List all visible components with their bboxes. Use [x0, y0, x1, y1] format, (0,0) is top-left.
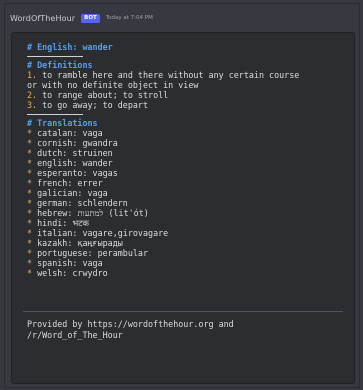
definitions-heading: # Definitions	[27, 60, 93, 70]
definition-number: 3.	[27, 100, 38, 110]
definition-item: 3. to go away; to depart	[27, 100, 148, 110]
footer-divider	[23, 311, 343, 312]
translation-item: * cornish: gwandra	[27, 138, 118, 148]
definition-number: 2.	[27, 90, 38, 100]
bullet: *	[27, 178, 33, 188]
divider	[27, 114, 83, 115]
translation-text: hebrew: למתעות (lit'ót)	[37, 208, 149, 218]
translation-item: * welsh: crwydro	[27, 268, 108, 278]
translation-text: catalan: vaga	[37, 128, 103, 138]
translation-text: hindi: भटक	[37, 218, 89, 228]
translation-item: * catalan: vaga	[27, 128, 103, 138]
translation-text: welsh: crwydro	[37, 268, 108, 278]
bullet: *	[27, 158, 33, 168]
translation-text: galician: vaga	[37, 188, 108, 198]
translation-text: kazakh: қаңғырады	[37, 238, 123, 248]
translation-item: * spanish: vaga	[27, 258, 103, 268]
translation-text: spanish: vaga	[37, 258, 103, 268]
translation-text: german: schlendern	[37, 198, 128, 208]
timestamp[interactable]: Today at 7:04 PM	[106, 15, 153, 21]
translation-item: * galician: vaga	[27, 188, 108, 198]
translations-heading: # Translations	[27, 118, 98, 128]
bullet: *	[27, 228, 33, 238]
translation-item: * english: wander	[27, 158, 113, 168]
translation-text: dutch: struinen	[37, 148, 113, 158]
translation-text: portuguese: perambular	[37, 248, 149, 258]
translation-item: * dutch: struinen	[27, 148, 113, 158]
bullet: *	[27, 148, 33, 158]
translation-item: * italian: vagare,girovagare	[27, 228, 168, 238]
message-header: WordOfTheHour BOT Today at 7:04 PM	[10, 10, 153, 26]
bullet: *	[27, 168, 33, 178]
translation-item: * hebrew: למתעות (lit'ót)	[27, 208, 149, 218]
bullet: *	[27, 258, 33, 268]
username[interactable]: WordOfTheHour	[10, 14, 75, 23]
definition-item: or with no definite object in view	[27, 80, 198, 90]
bullet: *	[27, 238, 33, 248]
translation-item: * esperanto: vagas	[27, 168, 118, 178]
translation-text: french: errer	[37, 178, 103, 188]
footer-line: /r/Word_of_The_Hour	[27, 330, 123, 340]
definition-item: 1. to ramble here and there without any …	[27, 70, 299, 80]
translation-text: esperanto: vagas	[37, 168, 118, 178]
definition-item: 2. to range about; to stroll	[27, 90, 168, 100]
divider	[27, 56, 83, 57]
translation-item: * german: schlendern	[27, 198, 128, 208]
definition-text: to go away; to depart	[37, 100, 149, 110]
bullet: *	[27, 128, 33, 138]
translation-item: * kazakh: қаңғырады	[27, 238, 123, 248]
definition-text: to range about; to stroll	[37, 90, 169, 100]
bullet: *	[27, 248, 33, 258]
bullet: *	[27, 198, 33, 208]
bullet: *	[27, 268, 33, 278]
translation-text: cornish: gwandra	[37, 138, 118, 148]
translation-item: * portuguese: perambular	[27, 248, 148, 258]
translation-text: english: wander	[37, 158, 113, 168]
definition-number: 1.	[27, 70, 38, 80]
code-block: # English: wander # Definitions 1. to ra…	[11, 32, 355, 384]
footer-line: Provided by https://wordofthehour.org an…	[27, 319, 234, 329]
translation-text: italian: vagare,girovagare	[37, 228, 169, 238]
bullet: *	[27, 188, 33, 198]
definition-text: or with no definite object in view	[27, 80, 199, 90]
translation-item: * french: errer	[27, 178, 103, 188]
translation-item: * hindi: भटक	[27, 218, 89, 228]
word-heading: # English: wander	[27, 42, 113, 52]
bot-badge: BOT	[81, 13, 100, 23]
bullet: *	[27, 208, 33, 218]
definition-text: to ramble here and there without any cer…	[37, 70, 300, 80]
bullet: *	[27, 138, 33, 148]
bullet: *	[27, 218, 33, 228]
